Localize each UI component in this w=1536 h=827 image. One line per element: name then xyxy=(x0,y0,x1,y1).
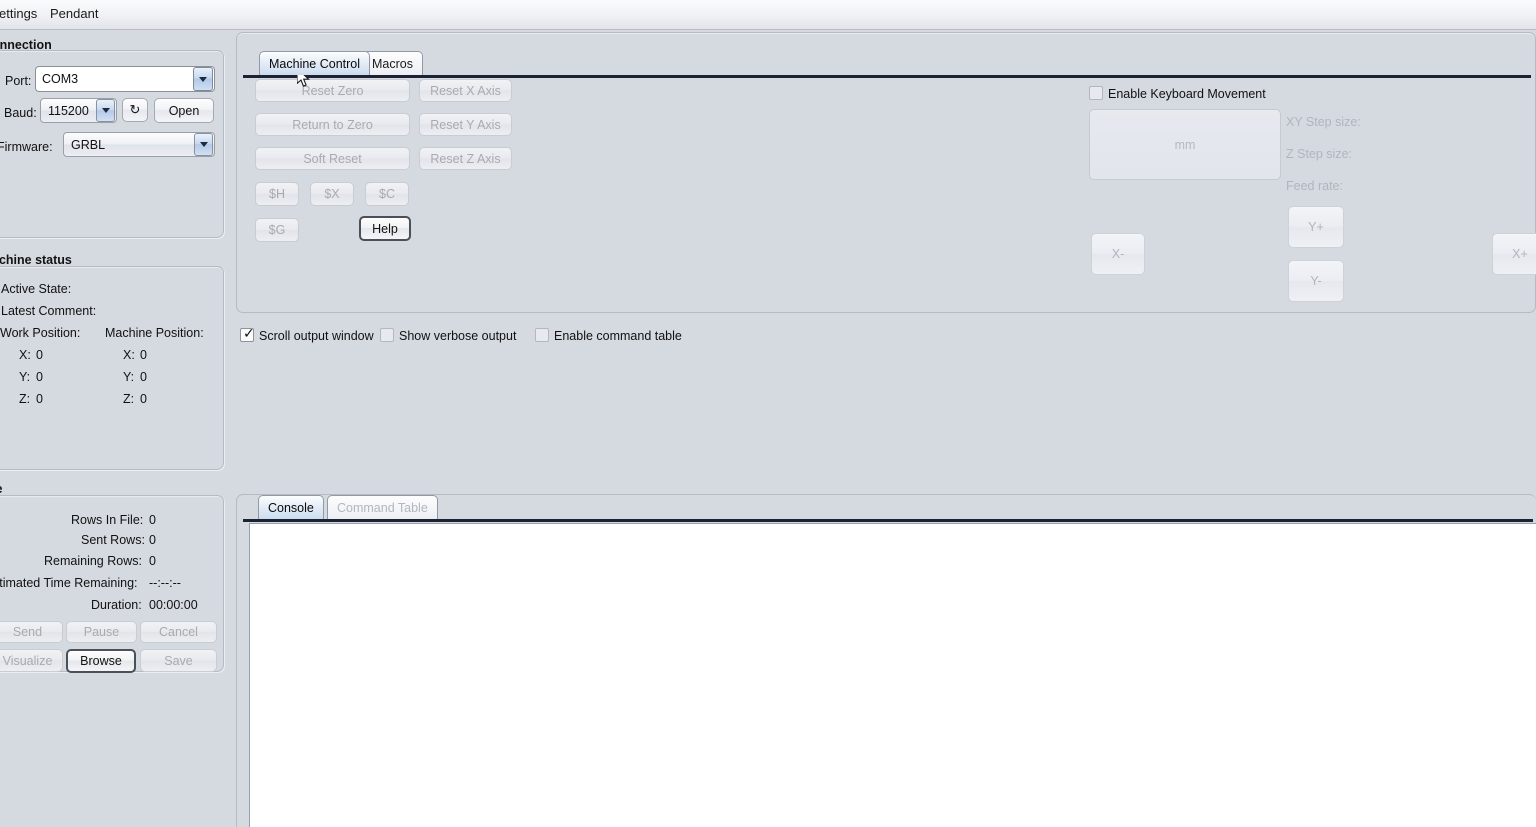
firmware-value: GRBL xyxy=(71,137,106,152)
show-verbose-output-label: Show verbose output xyxy=(399,329,517,343)
enable-keyboard-movement-checkbox[interactable] xyxy=(1089,86,1103,100)
machine-x-value: 0 xyxy=(140,348,147,362)
feed-rate-label: Feed rate: xyxy=(1286,179,1343,193)
work-z-label: Z: xyxy=(19,392,31,406)
baud-label: Baud: xyxy=(4,106,37,120)
firmware-label: Firmware: xyxy=(0,140,53,154)
work-y-value: 0 xyxy=(36,370,43,384)
main-content-area: Machine Control Macros Reset Zero Return… xyxy=(236,32,1536,827)
enable-command-table-label: Enable command table xyxy=(554,329,682,343)
cancel-button[interactable]: Cancel xyxy=(140,621,217,643)
console-tab-underline xyxy=(243,519,1533,522)
machine-x-label: X: xyxy=(123,348,135,362)
dollar-x-button[interactable]: $X xyxy=(310,182,354,206)
z-step-size-label: Z Step size: xyxy=(1286,147,1352,161)
work-x-value: 0 xyxy=(36,348,43,362)
rows-in-file-value: 0 xyxy=(149,513,156,527)
application-window: ettings Pendant onnection Port: COM3 Bau… xyxy=(0,0,1536,827)
file-group-title: le xyxy=(0,482,2,496)
soft-reset-button[interactable]: Soft Reset xyxy=(255,147,410,170)
return-to-zero-button[interactable]: Return to Zero xyxy=(255,113,410,136)
latest-comment-label: Latest Comment: xyxy=(1,304,97,318)
work-y-label: Y: xyxy=(19,370,31,384)
save-button[interactable]: Save xyxy=(140,649,217,672)
dollar-g-button[interactable]: $G xyxy=(255,218,299,242)
keyboard-unit-field[interactable]: mm xyxy=(1089,109,1281,180)
checkmark-icon: ✓ xyxy=(243,326,255,342)
port-label: Port: xyxy=(5,74,32,88)
chevron-down-icon[interactable] xyxy=(193,67,213,91)
browse-button[interactable]: Browse xyxy=(66,649,136,673)
pause-button[interactable]: Pause xyxy=(66,621,137,643)
duration-value: 00:00:00 xyxy=(149,598,198,612)
work-x-label: X: xyxy=(19,348,31,362)
baud-combobox[interactable]: 115200 xyxy=(40,98,117,123)
help-button[interactable]: Help xyxy=(359,216,411,241)
machine-status-group-box xyxy=(0,266,224,470)
machine-z-label: Z: xyxy=(123,392,135,406)
machine-control-panel: Machine Control Macros Reset Zero Return… xyxy=(236,32,1536,313)
enable-command-table-checkbox[interactable] xyxy=(535,328,549,342)
tab-underline xyxy=(243,75,1531,78)
tab-command-table[interactable]: Command Table xyxy=(327,495,438,519)
enable-keyboard-movement-label: Enable Keyboard Movement xyxy=(1108,87,1266,101)
estimated-time-remaining-value: --:--:-- xyxy=(149,576,181,590)
console-output-area[interactable] xyxy=(249,523,1536,827)
machine-status-group-title: achine status xyxy=(0,253,72,267)
menu-bar: ettings Pendant xyxy=(0,0,1536,30)
firmware-combobox[interactable]: GRBL xyxy=(63,132,215,157)
estimated-time-remaining-label: stimated Time Remaining: xyxy=(0,576,138,590)
port-value: COM3 xyxy=(42,72,79,86)
rows-in-file-label: Rows In File: xyxy=(71,513,144,527)
duration-label: Duration: xyxy=(91,598,142,612)
work-z-value: 0 xyxy=(36,392,43,406)
remaining-rows-label: Remaining Rows: xyxy=(44,554,142,568)
left-sidebar: onnection Port: COM3 Baud: 115200 ↻ Open… xyxy=(0,30,232,827)
reset-zero-button[interactable]: Reset Zero xyxy=(255,79,410,102)
reset-x-axis-button[interactable]: Reset X Axis xyxy=(419,79,512,102)
tab-macros[interactable]: Macros xyxy=(362,51,423,75)
remaining-rows-value: 0 xyxy=(149,554,156,568)
menu-item-settings[interactable]: ettings xyxy=(0,4,43,23)
reset-y-axis-button[interactable]: Reset Y Axis xyxy=(419,113,512,136)
reset-z-axis-button[interactable]: Reset Z Axis xyxy=(419,147,512,170)
scroll-output-window-label: Scroll output window xyxy=(259,329,374,343)
sent-rows-label: Sent Rows: xyxy=(81,533,145,547)
machine-position-label: Machine Position: xyxy=(105,326,204,340)
scroll-output-window-checkbox[interactable]: ✓ xyxy=(240,326,255,342)
show-verbose-output-checkbox[interactable] xyxy=(380,328,394,342)
dollar-h-button[interactable]: $H xyxy=(255,182,299,206)
machine-y-label: Y: xyxy=(123,370,135,384)
jog-y-minus-button[interactable]: Y- xyxy=(1288,260,1344,302)
send-button[interactable]: Send xyxy=(0,621,63,643)
port-combobox[interactable]: COM3 xyxy=(35,66,215,92)
dollar-c-button[interactable]: $C xyxy=(365,182,409,206)
jog-x-plus-button[interactable]: X+ xyxy=(1492,233,1536,275)
tab-console[interactable]: Console xyxy=(258,495,324,519)
machine-z-value: 0 xyxy=(140,392,147,406)
menu-item-pendant[interactable]: Pendant xyxy=(44,4,104,23)
refresh-ports-button[interactable]: ↻ xyxy=(122,98,148,122)
work-position-label: Work Position: xyxy=(0,326,81,340)
open-port-button[interactable]: Open xyxy=(154,98,214,123)
jog-x-minus-button[interactable]: X- xyxy=(1091,233,1145,275)
xy-step-size-label: XY Step size: xyxy=(1286,115,1361,129)
active-state-label: Active State: xyxy=(1,282,72,296)
chevron-down-icon[interactable] xyxy=(194,133,213,156)
chevron-down-icon[interactable] xyxy=(96,99,115,122)
machine-y-value: 0 xyxy=(140,370,147,384)
jog-y-plus-button[interactable]: Y+ xyxy=(1288,206,1344,248)
baud-value: 115200 xyxy=(48,103,89,118)
visualize-button[interactable]: Visualize xyxy=(0,649,63,672)
console-panel: Console Command Table xyxy=(236,494,1536,827)
tab-machine-control[interactable]: Machine Control xyxy=(259,51,371,75)
sent-rows-value: 0 xyxy=(149,533,156,547)
